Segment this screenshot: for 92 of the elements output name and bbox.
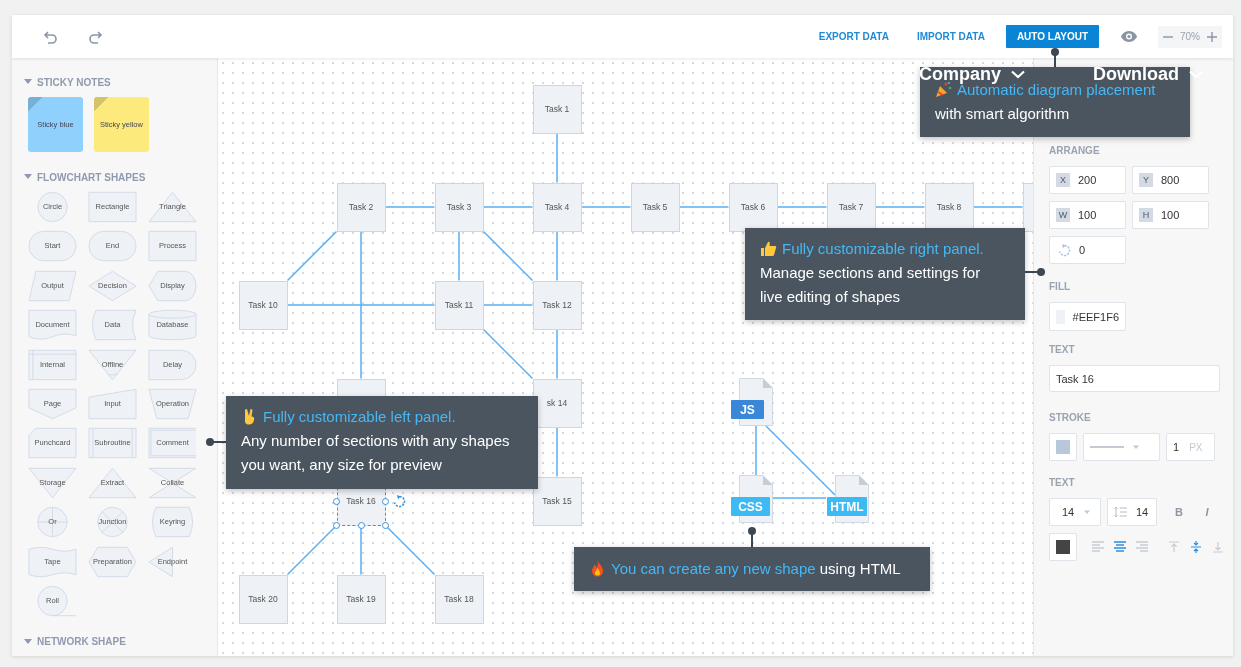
number-field[interactable]: H 100 <box>1132 201 1209 229</box>
section-label: ARRANGE <box>1049 145 1101 157</box>
preview-icon[interactable] <box>1121 31 1137 42</box>
resize-handle[interactable] <box>357 522 365 529</box>
undo-button[interactable] <box>42 29 58 44</box>
callout-text: with smart algorithm <box>935 104 1071 124</box>
toolbar-button[interactable]: IMPORT DATA <box>905 25 996 48</box>
align-left-icon[interactable] <box>1091 541 1105 553</box>
section-label: TEXT <box>1049 344 1076 356</box>
nav-link[interactable]: Download <box>1093 63 1203 85</box>
align-right-icon[interactable] <box>1135 541 1149 553</box>
caret-icon <box>1132 444 1140 450</box>
text-field[interactable]: Task 16 <box>1049 365 1220 392</box>
resize-handle[interactable] <box>382 522 389 529</box>
chevron-down-icon <box>1189 69 1203 79</box>
zoom-level: 70% <box>1180 31 1200 42</box>
resize-handle[interactable] <box>333 497 340 505</box>
line-sample-icon <box>1090 446 1124 448</box>
valign-middle-icon[interactable] <box>1189 541 1203 553</box>
plus-icon[interactable] <box>1207 31 1217 42</box>
resize-handle[interactable] <box>333 522 340 529</box>
caret-icon <box>1083 509 1091 515</box>
valign-top-icon[interactable] <box>1167 541 1181 553</box>
connector-line <box>556 426 558 478</box>
task-node: sk 14 <box>532 378 582 428</box>
callout-connector <box>748 527 756 547</box>
connector-line <box>482 328 534 380</box>
task-node: Task 12 <box>532 280 582 330</box>
rotation-field[interactable]: 0 <box>1049 236 1126 264</box>
task-node: Task 10 <box>238 280 288 330</box>
valign-bottom-icon[interactable] <box>1211 541 1225 553</box>
task-node: Task 2 <box>336 182 386 232</box>
task-node: Task 19 <box>336 574 386 624</box>
section-label: FILL <box>1049 281 1072 293</box>
fill-field[interactable]: #EEF1F6 <box>1049 302 1126 331</box>
task-node: Task 4 <box>532 182 582 232</box>
line-height-field[interactable]: 14 <box>1107 498 1157 526</box>
toolbar-button[interactable]: AUTO LAYOUT <box>1005 25 1099 48</box>
font-size-dropdown[interactable]: 14 <box>1049 498 1101 526</box>
task-node: Task 15 <box>532 476 582 526</box>
rotate-icon[interactable] <box>393 494 406 508</box>
callout-connector <box>1051 48 1059 67</box>
task-node: Task 1 <box>532 84 582 134</box>
thumbs-up-icon <box>760 240 777 257</box>
stroke-width-field[interactable]: 1 PX <box>1166 433 1215 461</box>
section-label: TEXT <box>1049 477 1076 489</box>
caret-icon[interactable] <box>24 638 32 645</box>
number-field[interactable]: W 100 <box>1049 201 1126 229</box>
connector-line <box>482 304 534 306</box>
connector-line <box>776 206 828 208</box>
connector-line <box>286 230 338 282</box>
connector-line <box>458 230 460 282</box>
connector-line <box>556 132 558 184</box>
resize-handle[interactable] <box>382 497 389 505</box>
chevron-down-icon <box>1011 69 1025 79</box>
connector-line <box>556 328 558 380</box>
rotate-icon <box>1058 243 1071 257</box>
stroke-color-swatch[interactable] <box>1049 433 1077 461</box>
flame-icon <box>589 560 606 577</box>
connector-line <box>482 230 534 282</box>
task-node: Task 11 <box>434 280 484 330</box>
connector-line <box>384 206 436 208</box>
toolbar-button[interactable]: EXPORT DATA <box>807 25 900 48</box>
text-color-swatch[interactable] <box>1049 533 1077 561</box>
callout-connector <box>206 438 226 446</box>
connector-line <box>755 425 757 476</box>
task-node: Task 20 <box>238 574 288 624</box>
task-node: Task 3 <box>434 182 484 232</box>
connector-line <box>482 206 534 208</box>
section-label: STROKE <box>1049 412 1092 424</box>
line-height-icon <box>1114 506 1127 518</box>
callout-title: Fully customizable right panel. <box>782 239 985 259</box>
caret-icon[interactable] <box>24 79 32 85</box>
number-field[interactable]: Y 800 <box>1132 166 1209 194</box>
callout-text: Manage sections and settings for live editing of shapes <box>760 263 982 307</box>
redo-button[interactable] <box>88 29 104 44</box>
callout-connector <box>1025 268 1045 276</box>
task-node: Task 5 <box>630 182 680 232</box>
caret-icon[interactable] <box>24 174 32 180</box>
connector-line <box>678 206 730 208</box>
task-node: Task 6 <box>728 182 778 232</box>
callout-title: Fully customizable left panel. <box>263 407 457 427</box>
number-field[interactable]: X 200 <box>1049 166 1126 194</box>
callout-text: You can create any new shape using HTML <box>611 559 902 579</box>
connector-line <box>556 230 558 282</box>
align-center-icon[interactable] <box>1113 541 1127 553</box>
task-node: Task 18 <box>434 574 484 624</box>
connector-line <box>972 206 1024 208</box>
connector-line <box>580 206 632 208</box>
callout-text: Any number of sections with any shapes you want, any size for preview <box>241 431 511 475</box>
connector-line <box>874 206 926 208</box>
line-style-dropdown[interactable] <box>1083 433 1160 461</box>
